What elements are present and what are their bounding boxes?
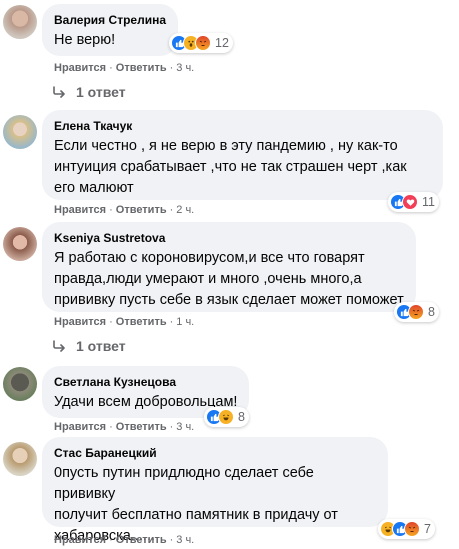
avatar[interactable] [3,442,37,476]
comment-author[interactable]: Kseniya Sustretova [54,230,404,246]
love-reaction-icon [402,194,418,210]
comment-author[interactable]: Елена Ткачук [54,118,431,134]
comment-text: Я работаю с короновирусом,и все что гова… [54,248,404,311]
comment-text-line: интуиция срабатывает ,что не так страшен… [54,159,407,175]
comment-author[interactable]: Стас Баранецкий [54,445,376,461]
reply-arrow-icon [53,340,65,352]
reaction-count: 11 [422,195,435,209]
comment-actions: Нравится · Ответить · 1 ч. [54,316,195,328]
avatar[interactable] [3,5,37,39]
comment-text-line: правда,люди умерают и много ,очень много… [54,271,362,287]
comment-bubble: Елена Ткачук Если честно , я не верю в э… [42,110,443,200]
reply-button[interactable]: Ответить [116,421,167,433]
like-button[interactable]: Нравится [54,534,106,546]
like-button[interactable]: Нравится [54,204,106,216]
reply-button[interactable]: Ответить [116,204,167,216]
view-replies-link[interactable]: 1 ответ [52,83,126,101]
comment-bubble: Стас Баранецкий 0пусть путин придлюдно с… [42,437,388,544]
comment-text-line: его малюют [54,180,134,196]
comment-text-line: получит бесплатно памятник в придачу от [54,507,338,523]
view-replies-link[interactable]: 1 ответ [52,337,126,355]
timestamp[interactable]: 2 ч. [176,204,194,216]
comment-author[interactable]: Валерия Стрелина [54,12,166,28]
reactions-badge[interactable]: 7 [378,519,435,539]
reaction-count: 7 [424,522,431,536]
comment-actions: Нравится · Ответить · 3 ч. [54,62,195,74]
comment-text-line: 0пусть путин придлюдно сделает себе прив… [54,465,314,502]
reaction-count: 12 [215,36,229,50]
like-button[interactable]: Нравится [54,421,106,433]
comment-author[interactable]: Светлана Кузнецова [54,374,237,390]
comment-text-line: Не верю! [54,32,116,48]
reply-button[interactable]: Ответить [116,62,167,74]
comment-text-line: Я работаю с короновирусом,и все что гова… [54,250,365,266]
comment-text: Если честно , я не верю в эту пандемию ,… [54,136,431,199]
haha-reaction-icon [218,409,234,425]
comment-actions: Нравится · Ответить · 3 ч. [54,421,195,433]
like-button[interactable]: Нравится [54,316,106,328]
timestamp[interactable]: 3 ч. [176,534,194,546]
comment-text-line: прививку пусть себе в язык сделает может… [54,292,404,308]
comment-bubble: Kseniya Sustretova Я работаю с короновир… [42,222,416,312]
comment-actions: Нравится · Ответить · 3 ч. [54,534,195,546]
reply-button[interactable]: Ответить [116,534,167,546]
like-button[interactable]: Нравится [54,62,106,74]
replies-count-label: 1 ответ [76,84,126,100]
timestamp[interactable]: 3 ч. [176,62,194,74]
angry-reaction-icon [195,35,211,51]
comment-bubble: Валерия Стрелина Не верю! [42,4,178,56]
avatar[interactable] [3,115,37,149]
timestamp[interactable]: 1 ч. [176,316,194,328]
reaction-count: 8 [238,410,245,424]
comment-text: Не верю! [54,30,166,51]
reactions-badge[interactable]: 12 [169,33,233,53]
reactions-badge[interactable]: 11 [388,192,439,212]
reply-button[interactable]: Ответить [116,316,167,328]
angry-reaction-icon [408,304,424,320]
angry-reaction-icon [404,521,420,537]
reactions-badge[interactable]: 8 [394,302,439,322]
comment-actions: Нравится · Ответить · 2 ч. [54,204,195,216]
reply-arrow-icon [53,86,65,98]
replies-count-label: 1 ответ [76,338,126,354]
reaction-count: 8 [428,305,435,319]
avatar[interactable] [3,227,37,261]
avatar[interactable] [3,367,37,401]
comment-text-line: Если честно , я не верю в эту пандемию ,… [54,138,398,154]
timestamp[interactable]: 3 ч. [176,421,194,433]
reactions-badge[interactable]: 8 [204,407,249,427]
